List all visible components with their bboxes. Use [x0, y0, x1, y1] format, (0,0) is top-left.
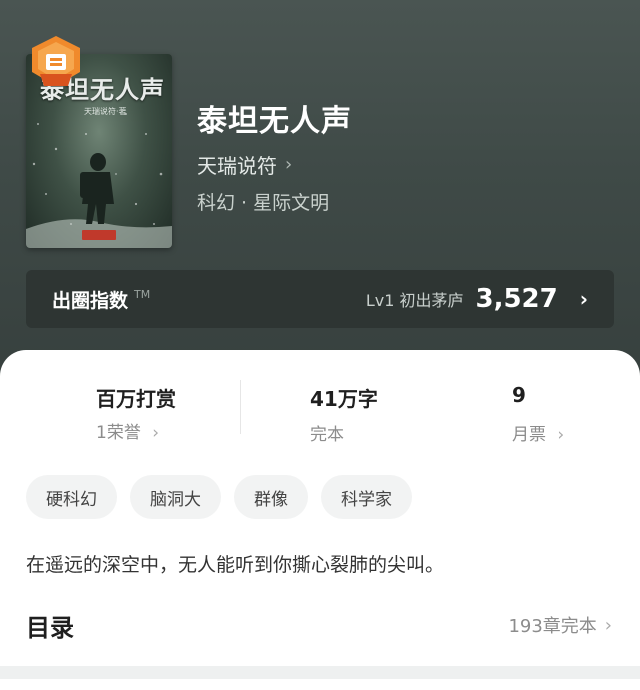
chevron-right-icon: › — [152, 423, 160, 443]
monthly-ticket-link[interactable]: 月票 › — [512, 420, 564, 445]
chapter-status: 193章完本 — [508, 616, 597, 637]
monthly-ticket-count: 9 — [512, 383, 526, 407]
book-description[interactable]: 在遥远的深空中，无人能听到你撕心裂肺的尖叫。 — [26, 550, 444, 577]
index-label: 出圈指数 — [52, 289, 129, 312]
tag-chip[interactable]: 群像 — [234, 475, 308, 519]
tag-chip[interactable]: 硬科幻 — [26, 475, 117, 519]
award-title: 百万打赏 — [96, 387, 176, 411]
popularity-index-bar[interactable]: 出圈指数 TM Lv1 初出茅庐 3,527 › — [26, 270, 614, 328]
cover-author: 天瑞说符·著 — [84, 107, 127, 116]
honor-count: 1荣誉 — [96, 423, 141, 443]
section-separator — [0, 666, 640, 679]
word-count: 41万字 — [310, 387, 378, 411]
chevron-right-icon: › — [557, 425, 565, 445]
completion-status: 完本 — [310, 425, 344, 445]
index-score: 3,527 — [475, 284, 558, 314]
tag-chip[interactable]: 脑洞大 — [130, 475, 221, 519]
book-header: 泰坦无人声 天瑞说符·著 泰坦无人声 天瑞说符 › 科幻 · 星际文明 出圈指数… — [0, 0, 640, 380]
monthly-ticket-label: 月票 — [512, 425, 546, 445]
honor-link[interactable]: 1荣誉 › — [96, 418, 159, 443]
index-level: Lv1 初出茅庐 — [365, 291, 464, 310]
book-genre: 科幻 · 星际文明 — [197, 192, 330, 214]
chevron-right-icon: › — [579, 287, 588, 311]
author-link[interactable]: 天瑞说符 › — [197, 150, 292, 179]
tag-list: 硬科幻 脑洞大 群像 科学家 — [26, 475, 412, 519]
chevron-right-icon: › — [604, 614, 612, 636]
author-name: 天瑞说符 — [197, 154, 277, 178]
tag-chip[interactable]: 科学家 — [321, 475, 412, 519]
index-value-group: Lv1 初出茅庐 3,527 › — [366, 284, 588, 314]
award-badge-icon — [32, 36, 80, 86]
chevron-right-icon: › — [285, 154, 293, 175]
publisher-seal — [82, 230, 116, 240]
trademark-mark: TM — [134, 287, 151, 301]
toc-link[interactable]: 193章完本 › — [508, 612, 612, 638]
stats-divider — [240, 380, 241, 434]
toc-title: 目录 — [26, 614, 74, 642]
book-title: 泰坦无人声 — [197, 104, 352, 139]
